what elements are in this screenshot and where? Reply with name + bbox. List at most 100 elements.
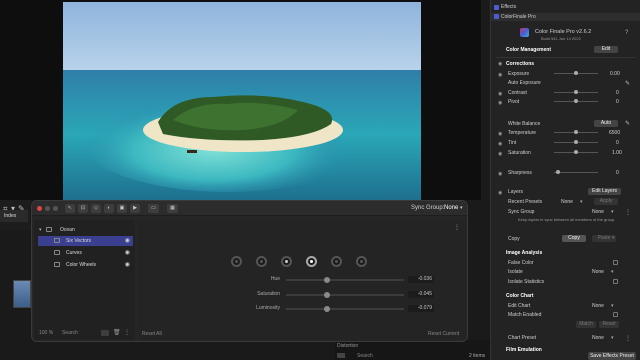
hue-slider[interactable] <box>286 279 404 281</box>
eye-icon[interactable]: ◉ <box>498 91 502 97</box>
eye-icon[interactable]: ◉ <box>125 250 130 256</box>
eye-icon[interactable]: ◉ <box>498 141 502 147</box>
luminosity-value[interactable]: -0.079 <box>408 305 434 312</box>
temperature-value[interactable]: 6500 <box>609 130 620 136</box>
reset-current-button[interactable]: Reset Current <box>428 331 459 337</box>
match-enabled-checkbox[interactable] <box>613 312 618 317</box>
saturation-value[interactable]: 1.00 <box>612 150 622 156</box>
edit-color-management-button[interactable]: Edit <box>594 46 618 53</box>
search-input[interactable]: Search <box>357 353 373 359</box>
cursor-icon[interactable]: ↖ <box>65 204 75 213</box>
eye-icon[interactable]: ◉ <box>498 171 502 177</box>
plugin-checkbox[interactable] <box>494 14 499 19</box>
saturation-slider[interactable] <box>286 294 404 296</box>
edit-layers-button[interactable]: Edit Layers <box>588 188 621 195</box>
chevron-down-icon[interactable]: ▾ <box>611 303 614 309</box>
trash-icon[interactable]: 🗑 <box>113 329 121 336</box>
eyedropper-icon[interactable]: ✎ <box>625 80 630 87</box>
chevron-down-icon[interactable]: ▾ <box>612 235 615 241</box>
eye-icon[interactable]: ◉ <box>498 100 502 106</box>
contrast-knob[interactable] <box>574 90 578 94</box>
chevron-down-icon[interactable]: ▾ <box>611 209 614 215</box>
layer-item-color-wheels[interactable]: Color Wheels ◉ <box>38 260 133 270</box>
recent-presets-select[interactable]: None <box>561 199 573 205</box>
pivot-knob[interactable] <box>574 99 578 103</box>
hue-value[interactable]: -0.036 <box>408 276 434 283</box>
vector-selector-active[interactable] <box>306 256 317 267</box>
more-icon[interactable]: ⋮ <box>625 209 631 216</box>
exposure-knob[interactable] <box>574 71 578 75</box>
hue-slider-knob[interactable] <box>324 277 330 283</box>
layer-item-ocean[interactable]: ▾ Ocean <box>38 225 133 235</box>
reset-chart-button[interactable]: Reset <box>599 321 619 328</box>
index-tab[interactable]: Index <box>0 210 28 222</box>
pivot-value[interactable]: 0 <box>616 99 619 105</box>
vector-selector[interactable] <box>256 256 267 267</box>
play-icon[interactable]: ▶ <box>130 204 140 213</box>
sync-group-select[interactable]: None <box>592 209 604 215</box>
temperature-knob[interactable] <box>574 130 578 134</box>
reset-all-button[interactable]: Reset All <box>142 331 162 337</box>
clip-thumbnail[interactable] <box>13 280 31 308</box>
disclosure-icon[interactable]: ▾ <box>39 225 42 235</box>
eyedropper-icon[interactable]: ✎ <box>625 120 630 127</box>
mask-icon[interactable]: ▣ <box>117 204 127 213</box>
apply-preset-button[interactable]: Apply <box>594 198 618 205</box>
match-button[interactable]: Match <box>576 321 596 328</box>
save-effects-preset-button[interactable]: Save Effects Preset <box>588 352 636 360</box>
grid-view-icon[interactable] <box>337 353 345 358</box>
isolate-statistics-checkbox[interactable] <box>613 279 618 284</box>
chevron-down-icon[interactable]: ▾ <box>611 269 614 275</box>
crop-icon[interactable]: ⊡ <box>78 204 88 213</box>
sharpness-slider[interactable] <box>554 172 598 173</box>
viewer-scrollbar[interactable] <box>481 0 490 200</box>
effects-checkbox[interactable] <box>494 5 499 10</box>
chart-preset-select[interactable]: None <box>592 335 604 341</box>
tint-knob[interactable] <box>574 140 578 144</box>
eye-icon[interactable]: ◉ <box>498 131 502 137</box>
more-icon[interactable]: ⋮ <box>454 224 460 231</box>
tint-value[interactable]: 0 <box>616 140 619 146</box>
isolate-select[interactable]: None <box>592 269 604 275</box>
more-icon[interactable]: ⋮ <box>625 335 631 342</box>
vector-selector[interactable] <box>331 256 342 267</box>
eye-icon[interactable]: ◉ <box>125 262 130 268</box>
edit-chart-select[interactable]: None <box>592 303 604 309</box>
add-layer-icon[interactable] <box>101 330 109 336</box>
contrast-value[interactable]: 0 <box>616 90 619 96</box>
eye-icon[interactable]: ◉ <box>498 72 502 78</box>
minimize-icon[interactable] <box>45 206 50 211</box>
luminosity-slider-knob[interactable] <box>324 306 330 312</box>
eye-icon[interactable]: ◉ <box>498 190 502 196</box>
transform-icon[interactable]: ◇ <box>91 204 101 213</box>
saturation-knob[interactable] <box>574 150 578 154</box>
false-color-checkbox[interactable] <box>613 260 618 265</box>
close-icon[interactable] <box>37 206 42 211</box>
auto-white-balance-button[interactable]: Auto <box>594 120 618 127</box>
saturation-slider-knob[interactable] <box>324 292 330 298</box>
vector-selector[interactable] <box>356 256 367 267</box>
eye-icon[interactable]: ◉ <box>498 151 502 157</box>
help-icon[interactable]: ? <box>625 30 628 36</box>
saturation-value[interactable]: -0.045 <box>408 291 434 298</box>
color-icon[interactable]: ◐ <box>104 204 114 213</box>
copy-button[interactable]: Copy <box>562 235 586 242</box>
window-titlebar[interactable]: ↖ ⊡ ◇ ◐ ▣ ▶ ▭ ▦ Sync Group: None ▾ <box>32 201 467 216</box>
split-view-icon[interactable]: ▭ <box>148 204 159 213</box>
layer-search-input[interactable]: Search <box>62 330 78 336</box>
eye-icon[interactable]: ◉ <box>498 61 502 67</box>
plugin-row[interactable]: ColorFinale Pro <box>491 13 640 21</box>
layer-item-six-vectors[interactable]: Six Vectors ◉ <box>38 236 133 246</box>
exposure-value[interactable]: 0.00 <box>610 71 620 77</box>
sharpness-value[interactable]: 0 <box>616 170 619 176</box>
layer-item-curves[interactable]: Curves ◉ <box>38 248 133 258</box>
sync-group-select[interactable]: None <box>444 205 458 211</box>
grid-icon[interactable]: ▦ <box>167 204 178 213</box>
zoom-readout[interactable]: 100 % <box>39 330 53 336</box>
eye-icon[interactable]: ◉ <box>125 238 130 244</box>
vector-selector[interactable] <box>231 256 242 267</box>
chevron-down-icon[interactable]: ▾ <box>580 199 583 205</box>
chevron-down-icon[interactable]: ▾ <box>460 205 463 211</box>
vector-selector[interactable] <box>281 256 292 267</box>
zoom-icon[interactable] <box>53 206 58 211</box>
